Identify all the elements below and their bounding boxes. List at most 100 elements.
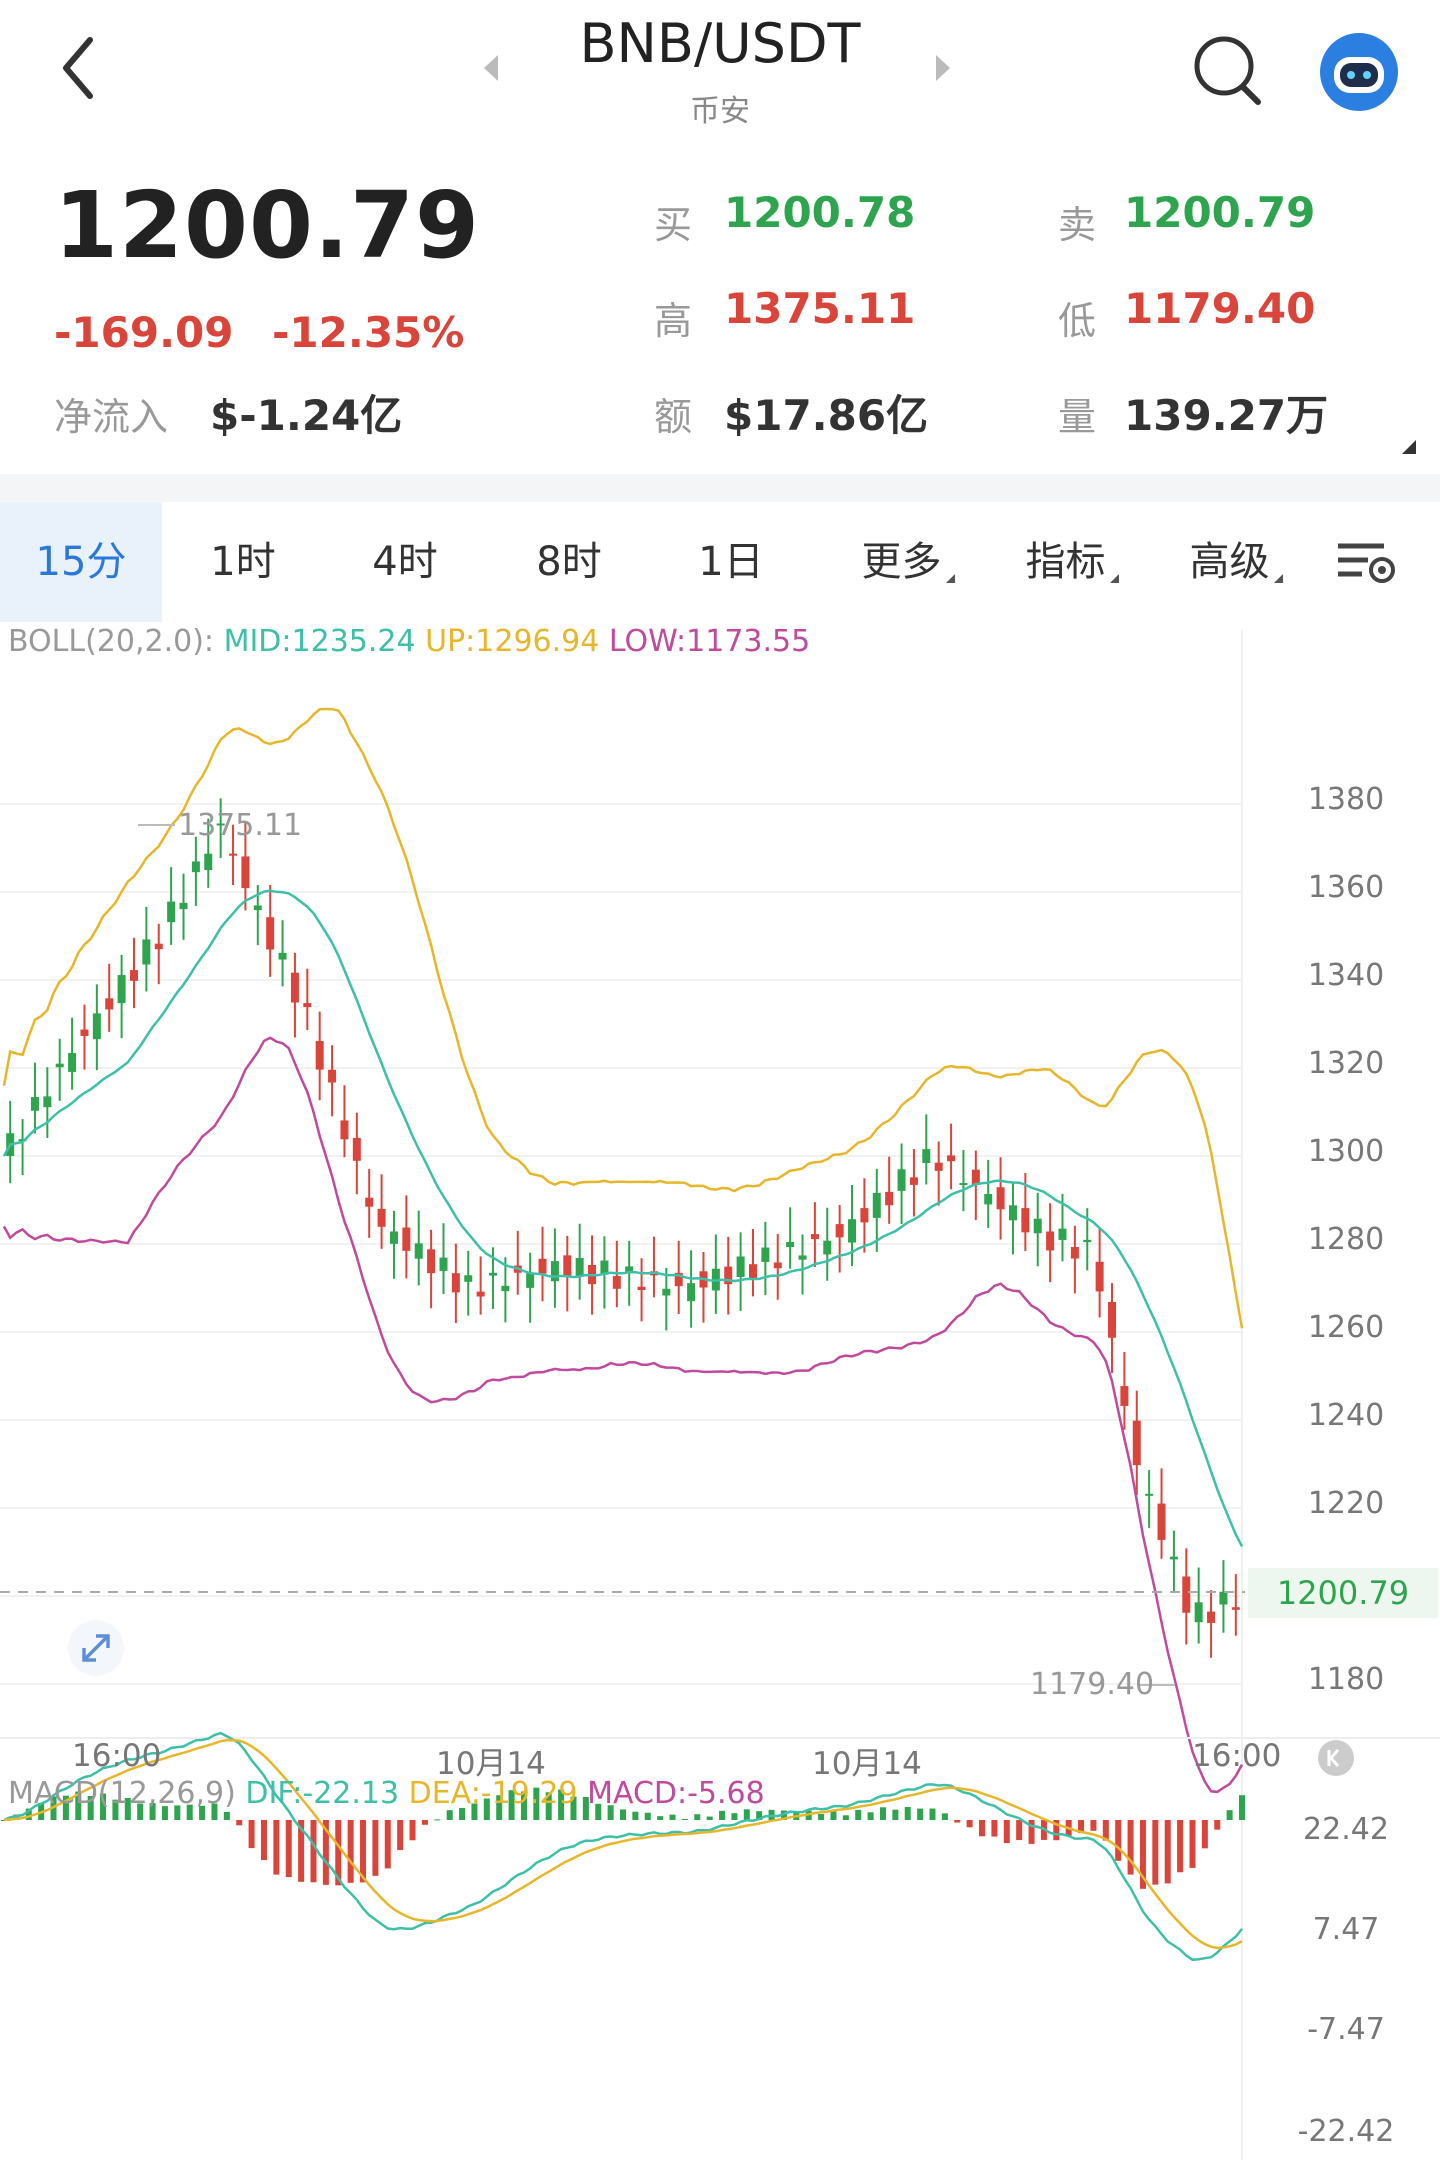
section-divider bbox=[0, 474, 1440, 502]
low-value: 1179.40 bbox=[1124, 284, 1316, 333]
macd-bar bbox=[818, 1813, 825, 1820]
scroll-to-latest-button[interactable] bbox=[1318, 1740, 1354, 1776]
macd-legend[interactable]: MACD(12,26,9) DIF:-22.13 DEA:-19.29 MACD… bbox=[8, 1776, 765, 1811]
candle-body bbox=[290, 972, 299, 1003]
macd-bar bbox=[1115, 1820, 1122, 1861]
candle-body bbox=[303, 1003, 312, 1008]
amount-value: $17.86亿 bbox=[724, 391, 929, 440]
candle-body bbox=[748, 1264, 757, 1278]
macd-bar bbox=[434, 1819, 441, 1821]
macd-bar bbox=[1164, 1820, 1171, 1884]
macd-dea-line bbox=[3, 1738, 1243, 1950]
search-icon bbox=[1194, 36, 1261, 105]
next-pair-arrow[interactable] bbox=[936, 55, 950, 81]
time-axis-label: 16:00 bbox=[1192, 1738, 1282, 1774]
macd-bar bbox=[855, 1809, 862, 1820]
expand-ticker-toggle[interactable] bbox=[1402, 440, 1416, 454]
tab-4h[interactable]: 4时 bbox=[342, 502, 468, 622]
macd-axis-label: 22.42 bbox=[1303, 1812, 1389, 1847]
candle-body bbox=[55, 1063, 64, 1068]
macd-bar bbox=[706, 1816, 713, 1820]
search-button[interactable] bbox=[1188, 30, 1268, 110]
macd-bar bbox=[1214, 1820, 1221, 1830]
candle-body bbox=[229, 853, 238, 856]
tab-8h[interactable]: 8时 bbox=[506, 502, 632, 622]
high-value: 1375.11 bbox=[724, 284, 916, 333]
macd-bar bbox=[879, 1807, 886, 1820]
candle-body bbox=[489, 1272, 498, 1276]
net-inflow-value: $-1.24亿 bbox=[210, 391, 403, 440]
macd-dif: DIF:-22.13 bbox=[245, 1776, 400, 1811]
candle-body bbox=[352, 1137, 361, 1161]
candle-body bbox=[1182, 1576, 1191, 1613]
dropdown-indicator-icon bbox=[945, 574, 955, 583]
candles bbox=[6, 798, 1240, 1658]
candle-body bbox=[773, 1262, 782, 1269]
candle-body bbox=[92, 1013, 101, 1040]
candle-body bbox=[464, 1275, 473, 1282]
candle-body bbox=[241, 856, 250, 889]
macd-bar bbox=[929, 1808, 936, 1820]
candle-body bbox=[563, 1255, 572, 1277]
high-label: 高 bbox=[654, 299, 693, 343]
tab-15m[interactable]: 15分 bbox=[0, 502, 162, 622]
candle-body bbox=[612, 1276, 621, 1289]
candle-body bbox=[1021, 1208, 1030, 1233]
candle-body bbox=[315, 1040, 324, 1070]
candle-body bbox=[637, 1286, 646, 1291]
candle-body bbox=[105, 998, 114, 1010]
macd-bar bbox=[1226, 1810, 1233, 1820]
candle-body bbox=[984, 1193, 993, 1205]
volume-value: 139.27万 bbox=[1124, 391, 1329, 440]
low-price-marker: 1179.40 bbox=[1030, 1667, 1155, 1702]
candle-body bbox=[204, 853, 213, 871]
macd-bar bbox=[1016, 1820, 1023, 1841]
macd-bar bbox=[904, 1806, 911, 1820]
macd-bar bbox=[644, 1812, 651, 1820]
robot-assistant-avatar[interactable] bbox=[1320, 33, 1398, 111]
ask-label: 卖 bbox=[1058, 203, 1097, 247]
candle-body bbox=[1145, 1493, 1154, 1496]
candle-body bbox=[1207, 1611, 1216, 1623]
candle-body bbox=[687, 1283, 696, 1302]
macd-bar bbox=[397, 1820, 404, 1851]
candle-body bbox=[365, 1197, 374, 1207]
high-price-marker: 1375.11 bbox=[178, 808, 303, 843]
candle-body bbox=[526, 1273, 535, 1288]
candle-body bbox=[1108, 1301, 1117, 1338]
candle-body bbox=[922, 1149, 931, 1164]
candle-body bbox=[947, 1155, 956, 1162]
candlestick-chart[interactable] bbox=[0, 620, 1440, 2163]
macd-bar bbox=[223, 1811, 230, 1820]
candle-body bbox=[1231, 1607, 1240, 1610]
settings-list-icon bbox=[1338, 543, 1395, 583]
tab-1d[interactable]: 1日 bbox=[668, 502, 794, 622]
macd-bar bbox=[954, 1820, 961, 1823]
header: BNB/USDT 币安 bbox=[0, 0, 1440, 160]
macd-bar bbox=[632, 1811, 639, 1820]
macd-bar bbox=[830, 1811, 837, 1820]
macd-bar bbox=[1152, 1820, 1159, 1885]
macd-bar bbox=[273, 1820, 280, 1875]
fullscreen-button[interactable] bbox=[68, 1620, 124, 1676]
tab-1h[interactable]: 1时 bbox=[180, 502, 306, 622]
candle-body bbox=[1070, 1247, 1079, 1259]
macd-bar bbox=[446, 1810, 453, 1820]
tab-advanced[interactable]: 高级 bbox=[1166, 502, 1306, 622]
tab-indicators[interactable]: 指标 bbox=[1002, 502, 1142, 622]
candle-body bbox=[550, 1261, 559, 1282]
macd-bar bbox=[1177, 1820, 1184, 1873]
dropdown-indicator-icon bbox=[1273, 574, 1283, 583]
candle-body bbox=[538, 1258, 547, 1274]
macd-bar bbox=[1003, 1820, 1010, 1844]
macd-bar bbox=[719, 1810, 726, 1820]
macd-axis-label: -22.42 bbox=[1297, 2114, 1395, 2149]
candle-body bbox=[1083, 1239, 1092, 1243]
candle-body bbox=[872, 1192, 881, 1218]
macd-bar bbox=[248, 1820, 255, 1849]
tab-more[interactable]: 更多 bbox=[838, 502, 978, 622]
price-change: -169.09 bbox=[54, 308, 234, 357]
candle-body bbox=[129, 970, 138, 981]
boll-mid-line bbox=[2, 889, 1244, 1547]
chart-settings-button[interactable] bbox=[1334, 538, 1400, 588]
